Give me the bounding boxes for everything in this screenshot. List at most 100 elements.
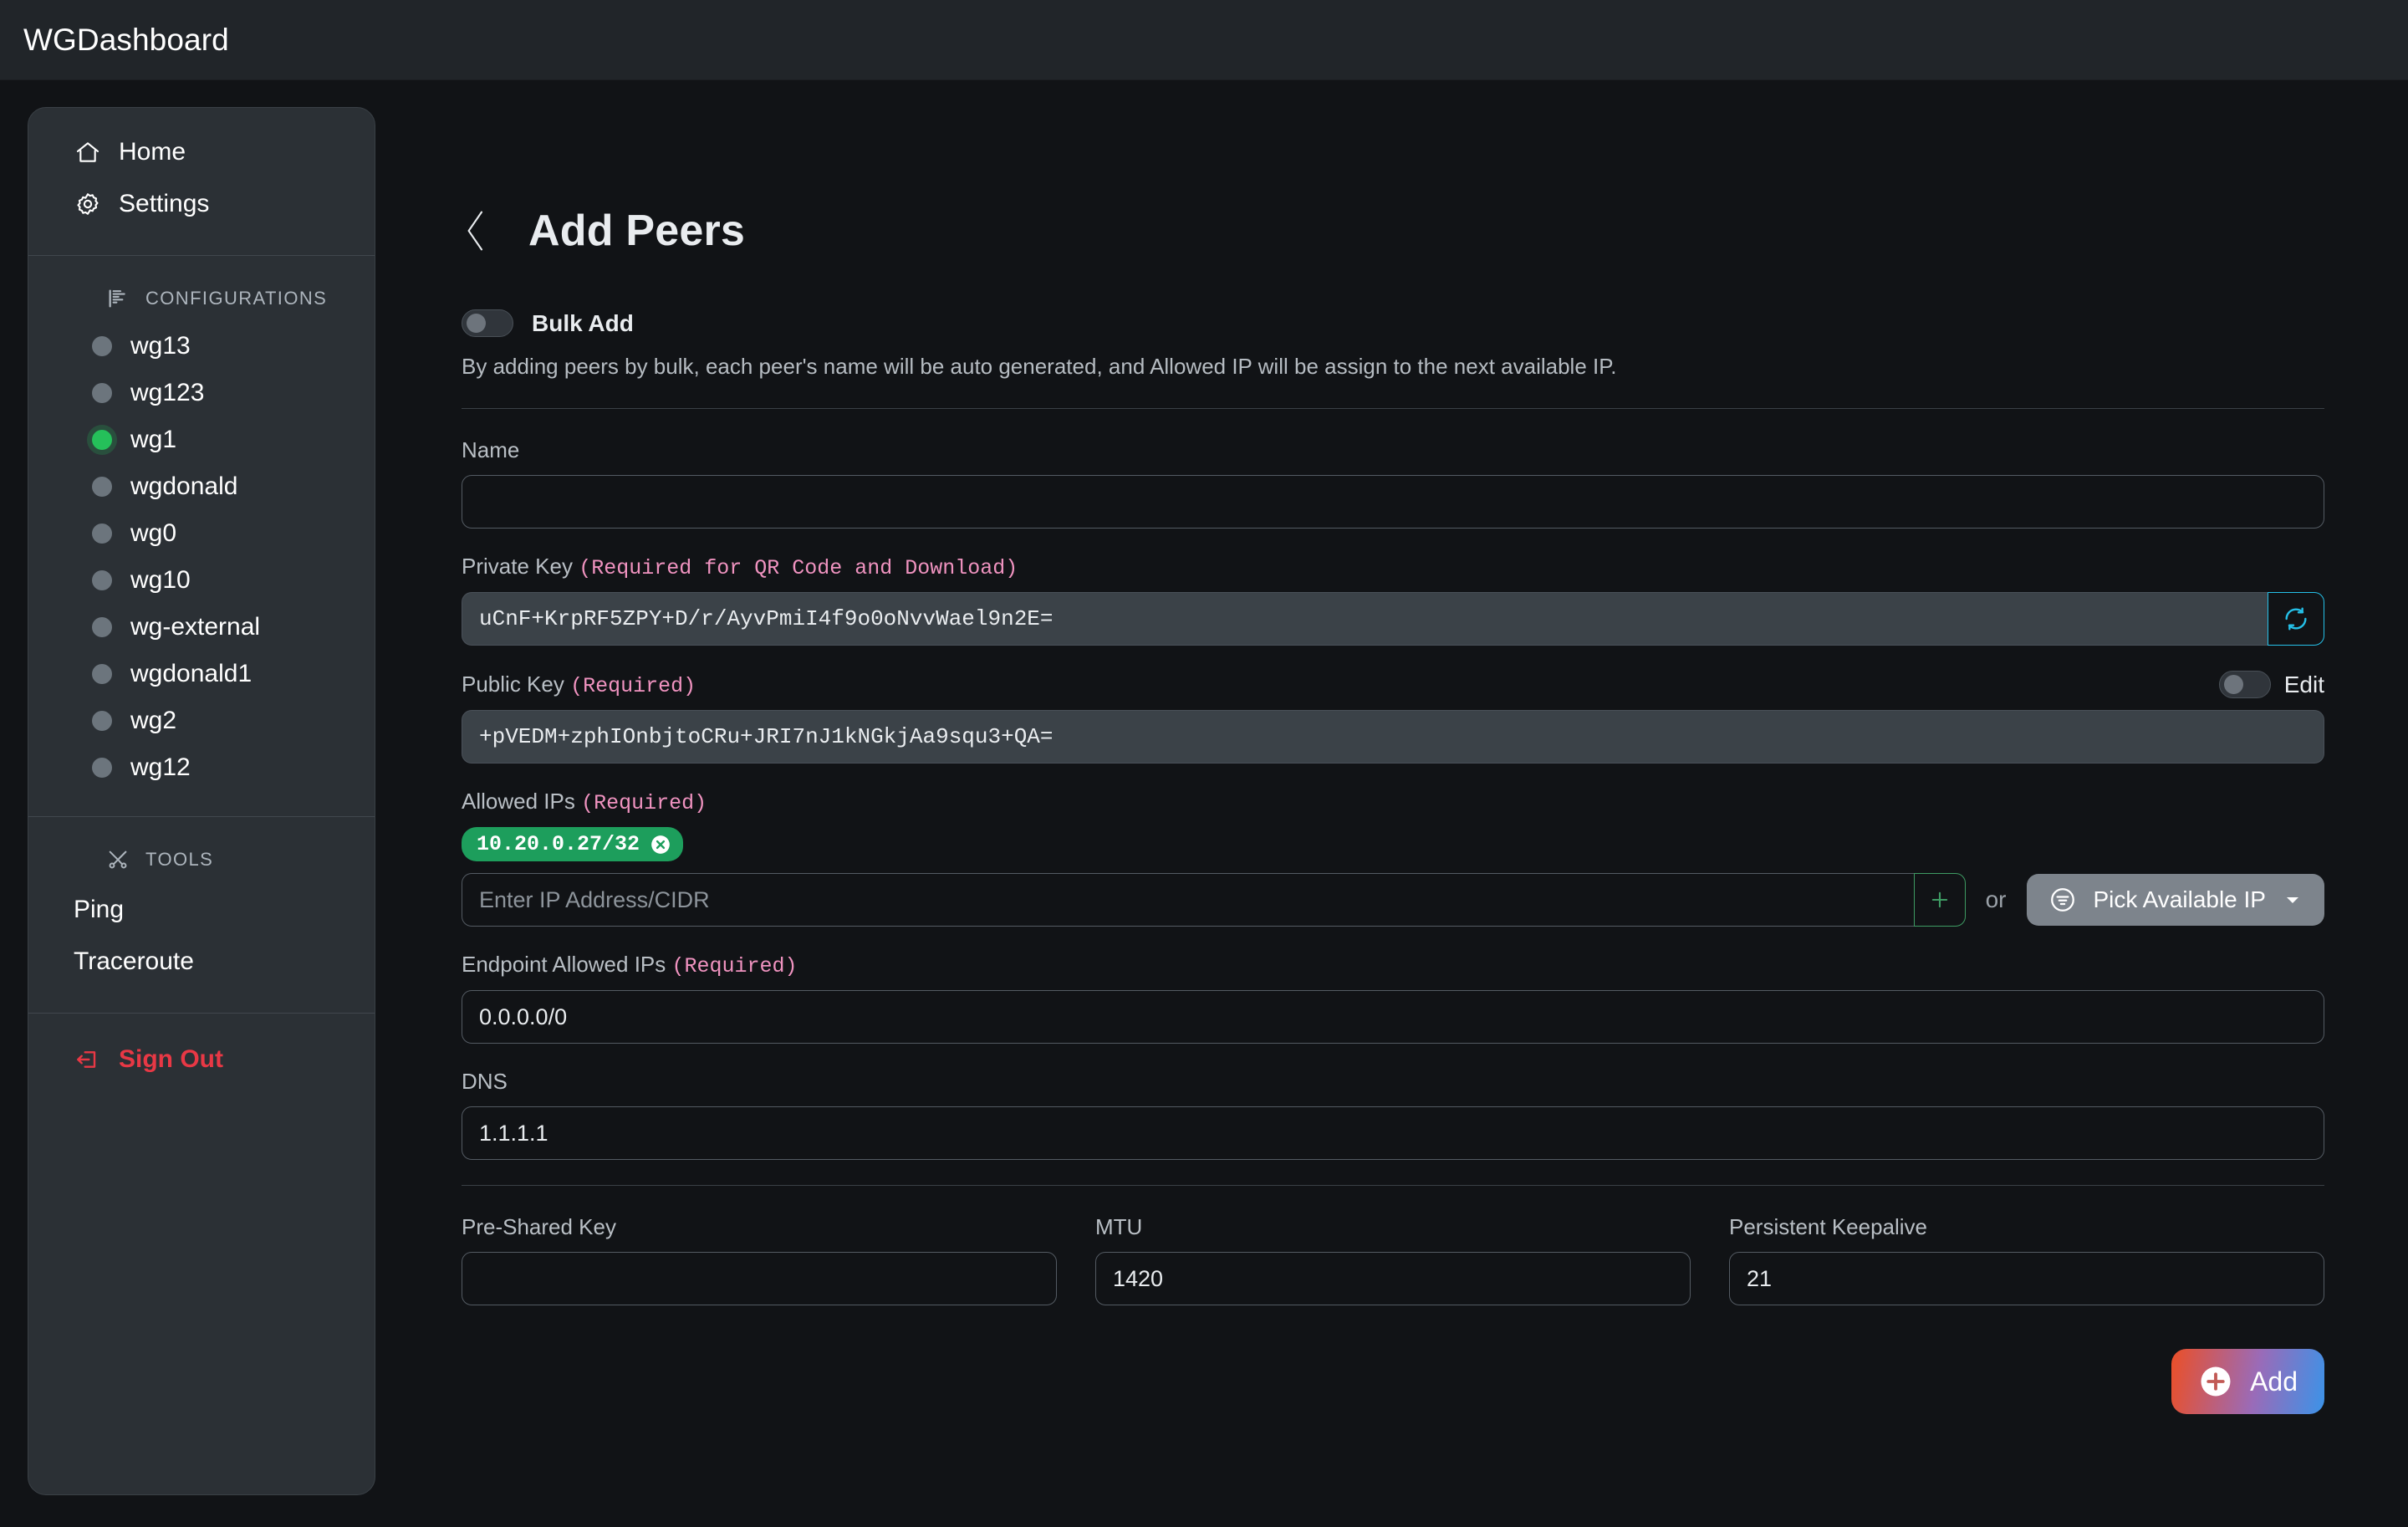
allowed-ip-chip[interactable]: 10.20.0.27/32 [462,827,684,861]
back-button[interactable] [462,207,498,255]
name-input[interactable] [462,475,2324,529]
add-allowed-ip-button[interactable] [1913,873,1966,927]
public-key-input[interactable]: +pVEDM+zphIOnbjtoCRu+JRI7nJ1kNGkjAa9squ3… [462,710,2324,764]
configurations-heading-label: CONFIGURATIONS [145,288,328,309]
public-key-edit-toggle[interactable] [2218,671,2271,698]
allowed-ips-input[interactable]: Enter IP Address/CIDR [462,873,1914,927]
pick-available-ip-button[interactable]: Pick Available IP [2026,874,2324,926]
sidebar-item-home[interactable]: Home [28,126,375,178]
endpoint-allowed-ips-label-text: Endpoint Allowed IPs [462,952,666,977]
mtu-field-group: MTU 1420 [1095,1214,1691,1305]
sidebar-tool-ping[interactable]: Ping [28,884,375,936]
config-label: wgdonald1 [130,660,253,687]
public-key-edit-label: Edit [2283,671,2324,697]
pick-available-ip-label: Pick Available IP [2093,886,2267,912]
bulk-add-row: Bulk Add [462,309,2324,337]
sidebar-config-wg13[interactable]: wg13 [28,323,375,370]
signal-flag-icon [105,286,130,311]
public-key-label: Public Key (Required) [462,672,696,698]
pre-shared-key-label: Pre-Shared Key [462,1214,616,1239]
chevron-down-icon [2283,890,2303,910]
divider-lower [462,1185,2324,1186]
bulk-add-label: Bulk Add [532,309,634,336]
add-button[interactable]: Add [2171,1349,2324,1414]
sidebar-config-wg123[interactable]: wg123 [28,370,375,416]
mtu-label: MTU [1095,1214,1143,1239]
status-dot [92,758,112,778]
allowed-ips-label-text: Allowed IPs [462,789,575,814]
sidebar-tool-traceroute[interactable]: Traceroute [28,936,375,988]
plus-icon [1928,888,1951,912]
private-key-input[interactable]: uCnF+KrpRF5ZPY+D/r/AyvPmiI4f9o0oNvvWael9… [462,592,2268,646]
mtu-input[interactable]: 1420 [1095,1252,1691,1305]
add-button-label: Add [2250,1366,2298,1397]
home-icon [74,138,102,166]
sign-out-button[interactable]: Sign Out [28,1032,375,1087]
gear-icon [74,190,102,218]
dns-input[interactable]: 1.1.1.1 [462,1106,2324,1160]
public-key-label-text: Public Key [462,671,564,697]
status-dot [92,477,112,497]
config-label: wg2 [130,707,177,734]
sign-out-icon [74,1045,102,1074]
sidebar-config-wg2[interactable]: wg2 [28,697,375,744]
sidebar-config-wg0[interactable]: wg0 [28,510,375,557]
sidebar-configurations-section: CONFIGURATIONS wg13 wg123 wg1 wgdonald w… [28,256,375,817]
sidebar-config-wgdonald[interactable]: wgdonald [28,463,375,510]
filter-circle-icon [2048,886,2077,914]
persistent-keepalive-field-group: Persistent Keepalive 21 [1729,1214,2324,1305]
config-label: wgdonald [130,472,238,500]
status-dot [92,617,112,637]
app-root: WGDashboard Home Settings CONFIGURATIONS… [0,0,2408,1527]
top-bar: WGDashboard [0,0,2408,80]
allowed-ips-required-note: (Required) [581,791,707,815]
public-key-edit-control: Edit [2218,671,2324,698]
allowed-ips-input-row: Enter IP Address/CIDR or Pick Available … [462,873,2324,927]
persistent-keepalive-label: Persistent Keepalive [1729,1214,1928,1239]
sidebar-item-settings[interactable]: Settings [28,178,375,230]
refresh-icon [2282,605,2310,633]
allowed-ips-field-group: Allowed IPs (Required) 10.20.0.27/32 Ent… [462,789,2324,927]
endpoint-allowed-ips-label: Endpoint Allowed IPs (Required) [462,952,2324,978]
sidebar: Home Settings CONFIGURATIONS wg13 wg123 … [28,107,375,1495]
refresh-private-key-button[interactable] [2268,592,2324,646]
pre-shared-key-input[interactable] [462,1252,1057,1305]
close-circle-icon[interactable] [650,834,671,855]
tools-heading: TOOLS [28,835,375,884]
endpoint-allowed-ips-input[interactable]: 0.0.0.0/0 [462,990,2324,1044]
form-footer: Add [462,1349,2324,1414]
bulk-add-toggle[interactable] [462,309,513,337]
plus-circle-icon [2198,1364,2233,1399]
endpoint-allowed-ips-required-note: (Required) [671,954,798,978]
status-dot [92,523,112,544]
divider [462,408,2324,409]
page-title: Add Peers [528,207,746,255]
tools-heading-label: TOOLS [145,849,214,870]
name-field-group: Name [462,437,2324,529]
tools-icon [105,847,130,872]
sidebar-config-wg10[interactable]: wg10 [28,557,375,604]
public-key-required-note: (Required) [570,673,696,698]
config-label: wg1 [130,426,177,453]
configurations-heading: CONFIGURATIONS [28,274,375,323]
sidebar-config-wg-external[interactable]: wg-external [28,604,375,651]
private-key-field-group: Private Key (Required for QR Code and Do… [462,554,2324,646]
endpoint-allowed-ips-field-group: Endpoint Allowed IPs (Required) 0.0.0.0/… [462,952,2324,1044]
pre-shared-key-field-group: Pre-Shared Key [462,1214,1057,1305]
sidebar-tools-section: TOOLS Ping Traceroute [28,817,375,1014]
advanced-fields-row: Pre-Shared Key MTU 1420 Persistent Keepa… [462,1214,2324,1305]
config-label: wg10 [130,566,191,594]
persistent-keepalive-input[interactable]: 21 [1729,1252,2324,1305]
sidebar-config-wgdonald1[interactable]: wgdonald1 [28,651,375,697]
sidebar-container: Home Settings CONFIGURATIONS wg13 wg123 … [0,80,378,1527]
sidebar-item-home-label: Home [119,138,186,166]
dns-label: DNS [462,1069,508,1094]
sidebar-config-wg12[interactable]: wg12 [28,744,375,791]
sidebar-config-wg1[interactable]: wg1 [28,416,375,463]
private-key-label: Private Key (Required for QR Code and Do… [462,554,2324,580]
sidebar-nav-section: Home Settings [28,108,375,256]
allowed-ips-chip-list: 10.20.0.27/32 [462,827,2324,873]
sign-out-label: Sign Out [119,1045,223,1073]
dns-field-group: DNS 1.1.1.1 [462,1069,2324,1160]
bulk-add-description: By adding peers by bulk, each peer's nam… [462,354,1617,379]
